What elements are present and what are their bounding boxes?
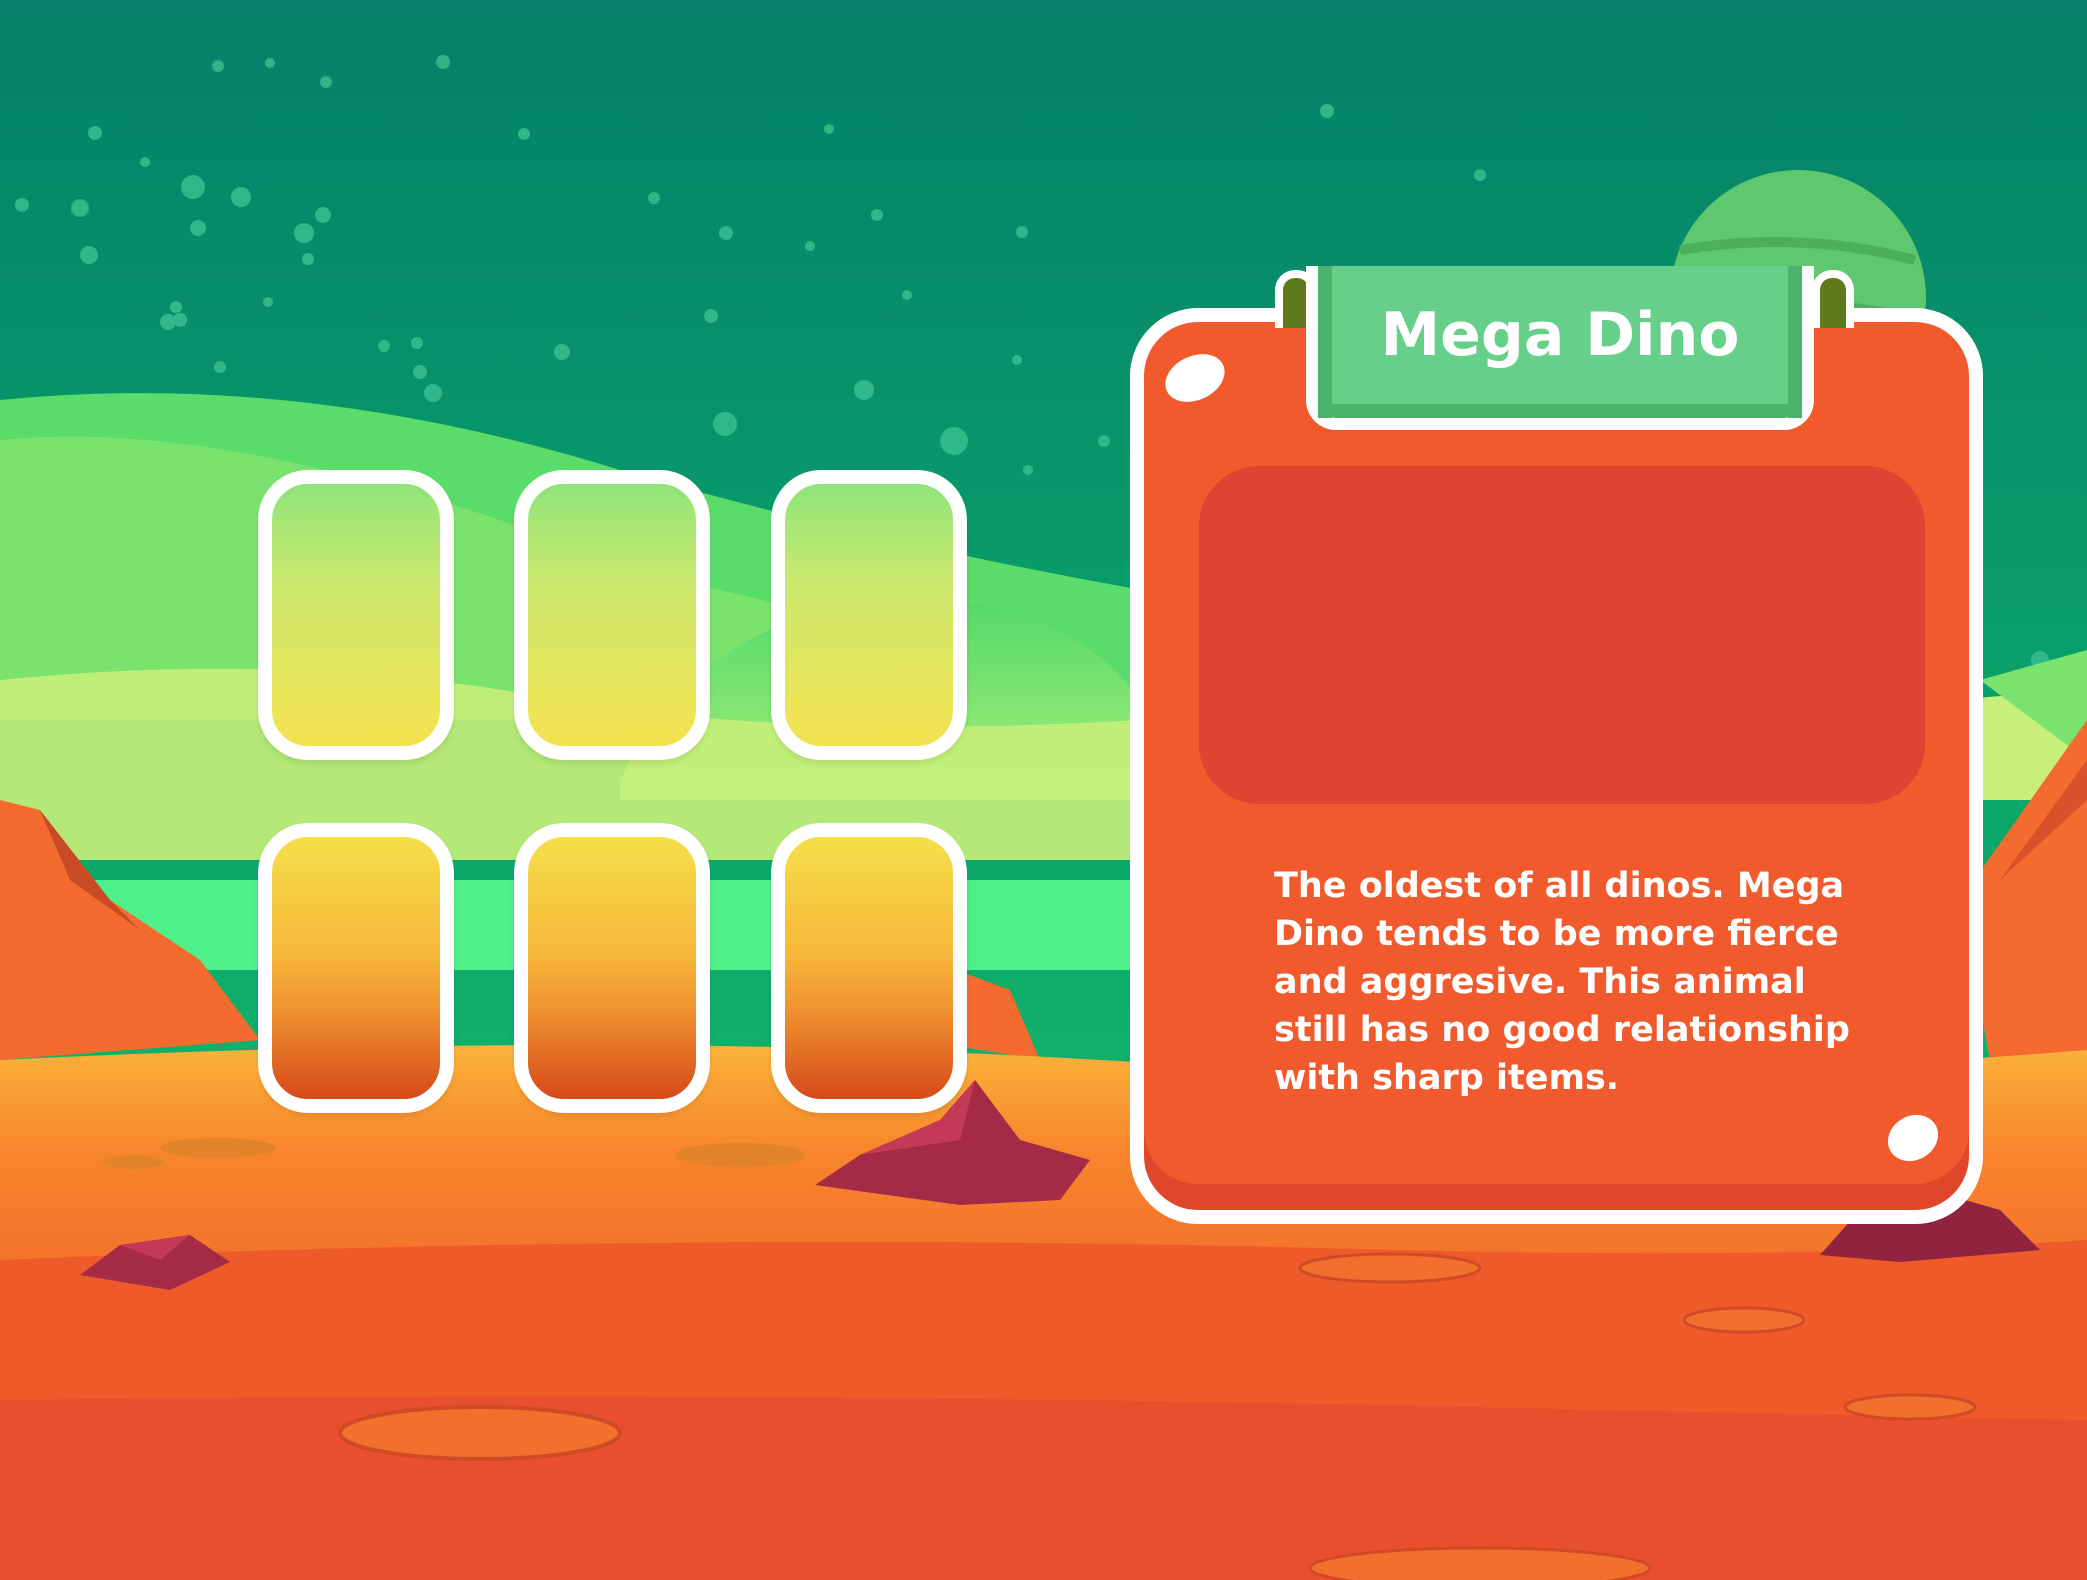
dino-slot[interactable] [771,823,967,1113]
dino-slot[interactable] [258,470,454,760]
panel-highlight [1879,1105,1947,1171]
title-banner: Mega Dino [1306,266,1814,430]
dino-slot[interactable] [514,823,710,1113]
dino-slot[interactable] [771,470,967,760]
dino-image-frame [1199,466,1925,804]
panel-highlight [1157,344,1233,412]
dino-name-title: Mega Dino [1380,300,1740,370]
banner-hook [1812,270,1854,328]
dino-slot[interactable] [258,823,454,1113]
dino-description: The oldest of all dinos. Mega Dino tends… [1274,866,1850,1098]
dino-slot[interactable] [514,470,710,760]
dino-info-card: The oldest of all dinos. Mega Dino tends… [1130,308,1983,1224]
